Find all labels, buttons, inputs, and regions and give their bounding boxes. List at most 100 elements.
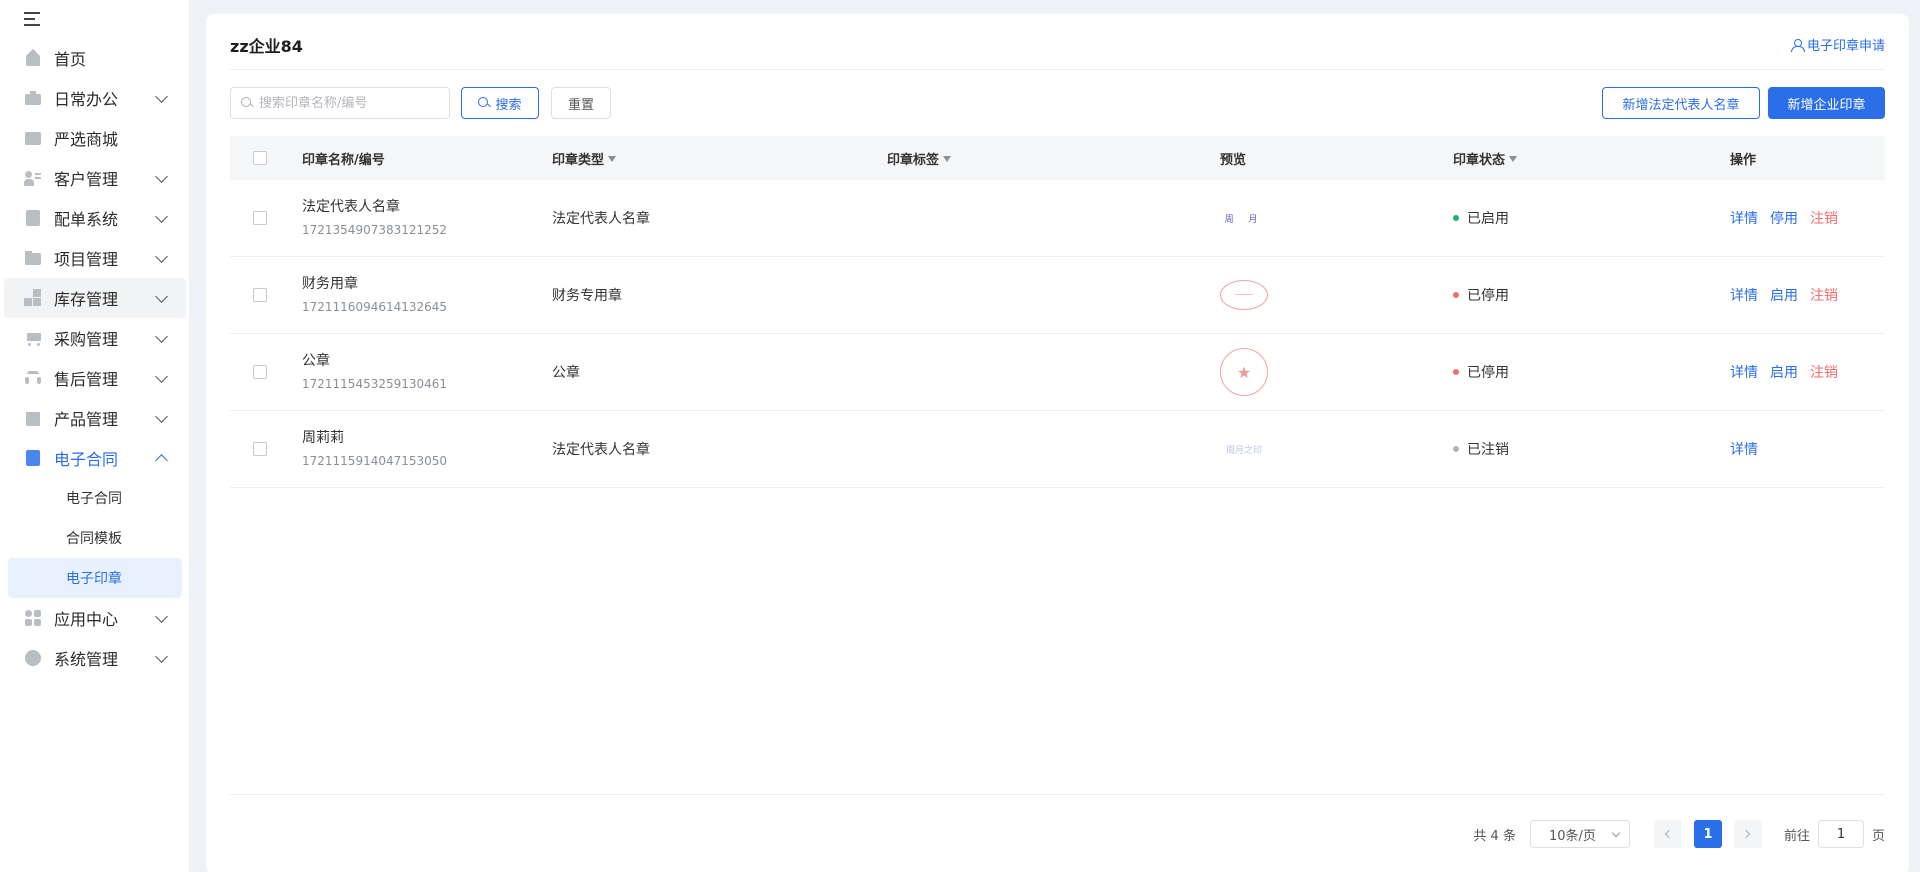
sidebar-item-label: 客户管理 — [54, 170, 119, 189]
search-button[interactable]: 搜索 — [461, 87, 539, 119]
filter-icon[interactable] — [943, 156, 952, 162]
row-checkbox[interactable] — [253, 365, 267, 379]
seal-table: 印章名称/编号 印章类型 印章标签 预览 印章状态 操作 法定代表人名章 1721… — [230, 136, 1885, 488]
sidebar-item-app-center[interactable]: 应用中心 — [0, 598, 190, 638]
seal-type: 法定代表人名章 — [552, 442, 650, 458]
sidebar-item-home[interactable]: 首页 — [0, 38, 190, 78]
apps-icon — [24, 609, 42, 627]
chevron-down-icon — [155, 90, 168, 103]
table-row: 周莉莉 1721115914047153050 法定代表人名章 周月之印 已注销 … — [230, 411, 1885, 488]
chevron-down-icon — [155, 250, 168, 263]
customer-icon — [24, 169, 42, 187]
sidebar-item-daily-office[interactable]: 日常办公 — [0, 78, 190, 118]
column-header-preview: 预览 — [1220, 152, 1247, 168]
detail-link[interactable]: 详情 — [1730, 365, 1758, 381]
add-company-seal-button[interactable]: 新增企业印章 — [1768, 87, 1885, 119]
sidebar-item-label: 项目管理 — [54, 250, 119, 269]
page-header: zz企业84 电子印章申请 — [230, 14, 1885, 70]
select-all-checkbox[interactable] — [253, 151, 267, 165]
seal-preview-text: 周月之印 — [1225, 445, 1262, 456]
star-icon: ★ — [1236, 362, 1252, 382]
sidebar-item-label: 应用中心 — [54, 610, 119, 629]
reset-button[interactable]: 重置 — [551, 87, 611, 119]
table-row: 公章 1721115453259130461 公章 ★ 已停用 详情 启用 注销 — [230, 334, 1885, 411]
seal-preview[interactable]: ★ — [1220, 347, 1268, 397]
seal-preview[interactable] — [1220, 270, 1268, 320]
filter-icon[interactable] — [608, 156, 617, 162]
box-icon — [24, 409, 42, 427]
add-legal-seal-button[interactable]: 新增法定代表人名章 — [1602, 87, 1760, 119]
status-dot — [1453, 446, 1459, 452]
seal-preview[interactable]: 周月之印 — [1220, 424, 1268, 474]
status-text: 已停用 — [1467, 288, 1509, 304]
row-checkbox[interactable] — [253, 211, 267, 225]
detail-link[interactable]: 详情 — [1730, 288, 1758, 304]
sidebar-item-system[interactable]: 系统管理 — [0, 638, 190, 678]
seal-preview[interactable]: 周 月 — [1220, 193, 1268, 243]
row-checkbox[interactable] — [253, 288, 267, 302]
search-icon — [478, 97, 490, 109]
page-title: zz企业84 — [230, 37, 303, 56]
enable-link[interactable]: 启用 — [1770, 288, 1798, 304]
chevron-down-icon — [155, 370, 168, 383]
page-size-select[interactable]: 10条/页 — [1529, 820, 1630, 848]
cancel-link[interactable]: 注销 — [1810, 288, 1838, 304]
goto-page: 前往 页 — [1784, 820, 1885, 848]
goto-page-input[interactable] — [1817, 820, 1864, 848]
detail-link[interactable]: 详情 — [1730, 211, 1758, 227]
seal-preview-text: 周 月 — [1224, 214, 1264, 225]
sidebar-item-label: 日常办公 — [54, 90, 119, 109]
sidebar-item-e-contract[interactable]: 电子合同 — [0, 438, 190, 478]
chevron-right-icon — [1742, 829, 1751, 839]
cancel-link[interactable]: 注销 — [1810, 211, 1838, 227]
seal-type: 财务专用章 — [552, 288, 622, 304]
sidebar-subitem-contract-template[interactable]: 合同模板 — [0, 518, 190, 558]
enable-link[interactable]: 启用 — [1770, 365, 1798, 381]
column-header-tag: 印章标签 — [887, 149, 1220, 168]
sidebar-item-label: 配单系统 — [54, 210, 119, 229]
sidebar-item-purchase[interactable]: 采购管理 — [0, 318, 190, 358]
disable-link[interactable]: 停用 — [1770, 211, 1798, 227]
sidebar-subitem-e-contract[interactable]: 电子合同 — [0, 478, 190, 518]
row-checkbox[interactable] — [253, 442, 267, 456]
filter-icon[interactable] — [1509, 156, 1518, 162]
seal-apply-link[interactable]: 电子印章申请 — [1790, 35, 1885, 54]
sidebar-item-after-sales[interactable]: 售后管理 — [0, 358, 190, 398]
main-card: zz企业84 电子印章申请 搜索 重置 新增法定代表人名章 新增企业印章 印章名… — [206, 14, 1909, 872]
inventory-icon — [24, 289, 42, 307]
sidebar-item-label: 系统管理 — [54, 650, 119, 669]
sidebar-item-customer[interactable]: 客户管理 — [0, 158, 190, 198]
seal-code: 1721116094614132645 — [302, 299, 448, 314]
search-button-label: 搜索 — [495, 97, 522, 113]
sidebar-item-order-system[interactable]: 配单系统 — [0, 198, 190, 238]
order-icon — [24, 209, 42, 227]
table-row: 法定代表人名章 1721354907383121252 法定代表人名章 周 月 已… — [230, 180, 1885, 257]
detail-link[interactable]: 详情 — [1730, 442, 1758, 458]
sidebar-item-inventory[interactable]: 库存管理 — [4, 278, 186, 318]
sidebar-item-project[interactable]: 项目管理 — [0, 238, 190, 278]
status-text: 已注销 — [1467, 442, 1509, 458]
chevron-left-icon — [1665, 829, 1674, 839]
sidebar-item-product[interactable]: 产品管理 — [0, 398, 190, 438]
prev-page-button[interactable] — [1653, 820, 1682, 848]
sidebar-item-label: 首页 — [54, 50, 87, 69]
seal-code: 1721115914047153050 — [302, 453, 448, 468]
folder-icon — [24, 249, 42, 267]
sidebar-item-label: 产品管理 — [54, 410, 119, 429]
column-header-label: 印章状态 — [1453, 152, 1506, 168]
sidebar-nav: 首页 日常办公 严选商城 客户管理 配单系统 项目管理 库存管理 采购管理 售后… — [0, 38, 190, 678]
seal-name: 法定代表人名章 — [302, 198, 400, 215]
sidebar-subitem-e-seal[interactable]: 电子印章 — [8, 558, 182, 598]
toolbar: 搜索 重置 新增法定代表人名章 新增企业印章 — [230, 87, 1885, 119]
user-icon — [1790, 38, 1805, 52]
sidebar-item-label: 电子合同 — [54, 450, 119, 469]
menu-collapse-icon[interactable] — [24, 10, 44, 28]
search-box — [230, 87, 450, 119]
page-number-current[interactable]: 1 — [1693, 820, 1722, 848]
cancel-link[interactable]: 注销 — [1810, 365, 1838, 381]
sidebar-item-mall[interactable]: 严选商城 — [0, 118, 190, 158]
next-page-button[interactable] — [1733, 820, 1762, 848]
search-input[interactable] — [259, 95, 439, 111]
round-seal-icon: ★ — [1220, 348, 1268, 396]
cart-icon — [24, 329, 42, 347]
